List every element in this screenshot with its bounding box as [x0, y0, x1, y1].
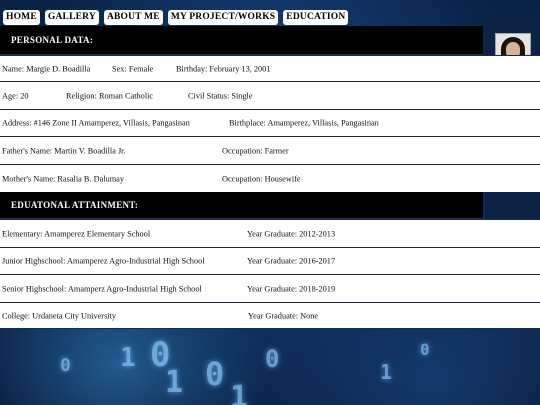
father-name-value: Father's Name: Martin V. Boadilla Jr. — [2, 146, 126, 155]
father-occupation-value: Occupation: Farmer — [222, 146, 289, 155]
year-value: Year Graduate: 2018-2019 — [247, 284, 336, 293]
mother-occupation-value: Occupation: Housewife — [222, 174, 301, 183]
education-heading: EDUATONAL ATTAINMENT: — [0, 192, 483, 219]
name-value: Name: Margie D. Boadilla — [2, 64, 91, 73]
birthday-value: Birthday: February 13, 2001 — [176, 64, 271, 73]
digit: 1 — [165, 365, 184, 400]
digit: 1 — [380, 360, 393, 384]
age-value: Age: 20 — [2, 91, 29, 100]
school-value: Elementary: Amamperez Elementary School — [2, 229, 151, 238]
school-value: Senior Highschool: Amamperz Agro-Industr… — [2, 284, 202, 293]
birthplace-value: Birthplace: Amamperez, Villasis, Pangasi… — [229, 118, 379, 128]
personal-row-father: Father's Name: Martin V. Boadilla Jr. Oc… — [0, 136, 540, 164]
nav-my-project-works[interactable]: MY PROJECT/WORKS — [167, 10, 279, 25]
year-value: Year Graduate: 2012-2013 — [247, 229, 336, 238]
digit: 0 — [60, 355, 71, 376]
civil-status-value: Civil Status: Single — [188, 91, 253, 100]
personal-row-address: Address: #146 Zone II Amamperez, Villasi… — [0, 109, 540, 136]
digit: 1 — [230, 380, 249, 405]
school-value: College: Urdaneta City University — [2, 311, 117, 320]
year-value: Year Graduate: None — [248, 311, 319, 320]
education-heading-side — [485, 192, 540, 219]
personal-row-age: Age: 20 Religion: Roman Catholic Civil S… — [0, 81, 540, 109]
address-value: Address: #146 Zone II Amamperez, Villasi… — [2, 118, 190, 128]
school-value: Junior Highschool: Amamperez Agro-Indust… — [2, 256, 205, 266]
nav-about-me[interactable]: ABOUT ME — [103, 10, 163, 25]
year-value: Year Graduate: 2016-2017 — [247, 256, 336, 266]
top-nav: HOME GALLERY ABOUT ME MY PROJECT/WORKS E… — [3, 10, 349, 25]
digit: 0 — [420, 340, 430, 359]
sex-value: Sex: Female — [112, 64, 154, 73]
religion-value: Religion: Roman Catholic — [66, 91, 154, 100]
profile-panel: PERSONAL DATA: Name: Margie D. Boadilla … — [0, 26, 540, 329]
nav-home[interactable]: HOME — [3, 10, 40, 25]
education-row: Junior Highschool: Amamperez Agro-Indust… — [0, 247, 540, 274]
education-row: Elementary: Amamperez Elementary School … — [0, 219, 540, 247]
nav-gallery[interactable]: GALLERY — [44, 10, 99, 25]
mother-name-value: Mother's Name: Rasalia B. Dalumay — [2, 174, 125, 183]
education-row: College: Urdaneta City University Year G… — [0, 302, 540, 329]
digit: 1 — [120, 343, 136, 373]
digit: 0 — [205, 355, 225, 393]
education-row: Senior Highschool: Amamperz Agro-Industr… — [0, 274, 540, 302]
personal-data-heading: PERSONAL DATA: — [0, 26, 483, 55]
personal-row-mother: Mother's Name: Rasalia B. Dalumay Occupa… — [0, 164, 540, 192]
background-binary-digits: 1 0 1 0 1 0 0 1 0 — [0, 325, 540, 405]
personal-row-name: Name: Margie D. Boadilla Sex: Female Bir… — [0, 55, 540, 81]
digit: 0 — [265, 345, 280, 373]
nav-education[interactable]: EDUCATION — [283, 10, 349, 25]
